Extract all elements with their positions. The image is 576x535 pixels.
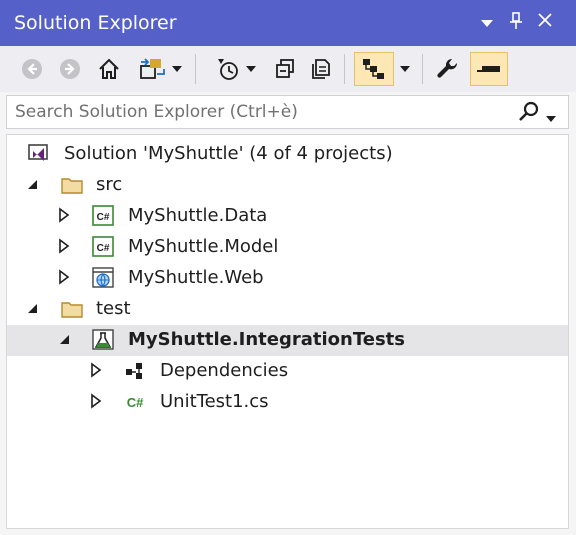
toolbar-separator (195, 54, 196, 84)
tree-item-solution[interactable]: Solution 'MyShuttle' (4 of 4 projects) (7, 139, 568, 170)
expanded-arrow-icon[interactable] (25, 300, 41, 318)
tree-item-myshuttle-web[interactable]: MyShuttle.Web (7, 263, 568, 294)
collapsed-arrow-icon[interactable] (89, 362, 105, 380)
sync-dropdown-button[interactable] (396, 52, 414, 86)
search-options-dropdown[interactable] (546, 108, 556, 127)
csharp-project-icon: C# (91, 205, 115, 227)
tree-item-test[interactable]: test (7, 294, 568, 325)
collapse-all-button[interactable] (270, 52, 300, 86)
search-icon[interactable] (518, 101, 540, 127)
toolbar-separator (422, 54, 423, 84)
switch-views-icon (140, 58, 165, 79)
copy-files-icon (312, 59, 330, 79)
csharp-file-icon: C# (123, 391, 147, 413)
window-title: Solution Explorer (14, 12, 177, 34)
chevron-down-icon (546, 116, 556, 122)
collapsed-arrow-icon[interactable] (89, 393, 105, 411)
tree-item-myshuttle-integrationtests[interactable]: MyShuttle.IntegrationTests (7, 325, 568, 356)
preview-selected-items-button[interactable] (470, 52, 508, 86)
collapsed-arrow-icon[interactable] (57, 238, 73, 256)
solution-tree: Solution 'MyShuttle' (4 of 4 projects) s… (6, 134, 569, 529)
switch-views-button[interactable] (134, 52, 186, 86)
svg-text:C#: C# (97, 212, 110, 223)
solution-explorer-window: Solution Explorer Search Solution Explor… (0, 0, 576, 535)
clock-icon (218, 59, 238, 80)
search-box (6, 95, 569, 129)
tree-item-dependencies[interactable]: Dependencies (7, 356, 568, 387)
tree-item-myshuttle-data[interactable]: C# MyShuttle.Data (7, 201, 568, 232)
tree-item-unittest1[interactable]: C# UnitTest1.cs (7, 387, 568, 418)
tree-item-myshuttle-model[interactable]: C# MyShuttle.Model (7, 232, 568, 263)
tree-item-label: MyShuttle.Data (128, 205, 268, 226)
pin-icon[interactable] (505, 12, 527, 34)
test-project-icon (91, 329, 115, 351)
folder-icon (60, 298, 84, 320)
back-arrow-icon (22, 59, 42, 79)
tree-item-label: src (96, 174, 123, 195)
toolbar-separator (344, 54, 345, 84)
home-button[interactable] (94, 52, 124, 86)
back-button[interactable] (18, 52, 46, 86)
chevron-down-icon (246, 66, 256, 72)
tree-item-label: Solution 'MyShuttle' (4 of 4 projects) (64, 143, 393, 164)
collapsed-arrow-icon[interactable] (57, 269, 73, 287)
properties-button[interactable] (432, 52, 464, 86)
title-bar: Solution Explorer (0, 0, 576, 46)
tree-item-label: test (96, 298, 131, 319)
search-input[interactable] (15, 100, 495, 124)
close-icon[interactable] (534, 12, 556, 34)
folder-icon (60, 174, 84, 196)
web-project-icon (91, 267, 115, 289)
collapsed-arrow-icon[interactable] (57, 207, 73, 225)
dropdown-arrow-icon[interactable] (476, 12, 498, 34)
preview-icon (477, 66, 500, 72)
toolbar (0, 46, 576, 92)
home-icon (99, 58, 119, 79)
tree-view-icon (363, 59, 384, 79)
expanded-arrow-icon[interactable] (25, 176, 41, 194)
visual-studio-solution-icon (27, 143, 51, 165)
chevron-down-icon (400, 66, 410, 72)
tree-item-label: MyShuttle.Model (128, 236, 279, 257)
tree-item-label: MyShuttle.Web (128, 267, 264, 288)
forward-button[interactable] (56, 52, 84, 86)
forward-arrow-icon (60, 59, 80, 79)
dependencies-icon (123, 360, 147, 382)
tree-item-label: UnitTest1.cs (160, 391, 269, 412)
svg-text:C#: C# (97, 243, 110, 254)
csharp-project-icon: C# (91, 236, 115, 258)
tree-item-label: Dependencies (160, 360, 289, 381)
svg-text:C#: C# (127, 395, 144, 410)
sync-with-active-document-button[interactable] (354, 52, 394, 86)
pending-changes-filter-button[interactable] (207, 52, 263, 86)
show-all-files-button[interactable] (306, 52, 336, 86)
tree-item-label: MyShuttle.IntegrationTests (128, 329, 405, 350)
tree-item-src[interactable]: src (7, 170, 568, 201)
wrench-icon (437, 58, 458, 78)
expanded-arrow-icon[interactable] (57, 331, 73, 349)
chevron-down-icon (172, 66, 182, 72)
collapse-all-icon (276, 59, 294, 78)
